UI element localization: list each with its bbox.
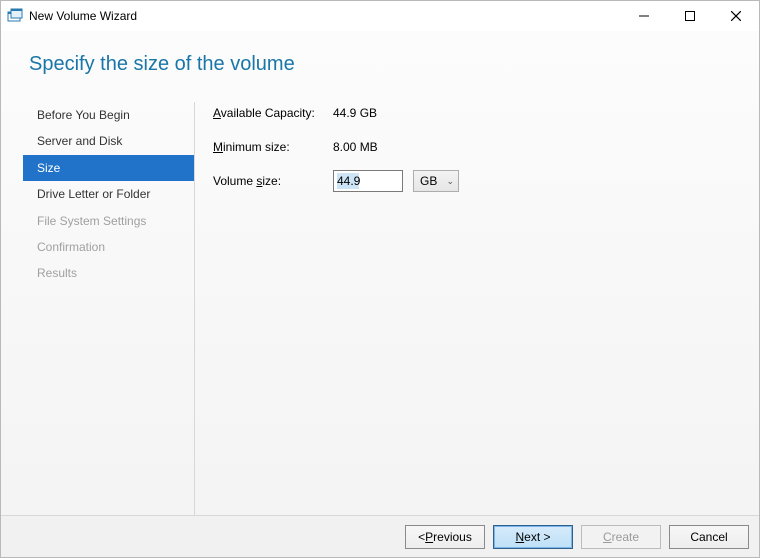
volume-size-row: Volume size: 44.9 GB ⌄ xyxy=(213,170,741,192)
wizard-window: New Volume Wizard Specify the size of th… xyxy=(0,0,760,558)
content-area: Before You Begin Server and Disk Size Dr… xyxy=(1,102,759,515)
step-file-system: File System Settings xyxy=(23,208,194,234)
available-capacity-label: Available Capacity: xyxy=(213,106,333,120)
next-button[interactable]: Next > xyxy=(493,525,573,549)
minimize-button[interactable] xyxy=(621,1,667,31)
titlebar: New Volume Wizard xyxy=(1,1,759,31)
step-size[interactable]: Size xyxy=(23,155,194,181)
window-icon xyxy=(7,8,23,24)
form-panel: Available Capacity: 44.9 GB Minimum size… xyxy=(195,102,759,515)
cancel-button[interactable]: Cancel xyxy=(669,525,749,549)
available-capacity-value: 44.9 GB xyxy=(333,106,377,120)
window-title: New Volume Wizard xyxy=(29,9,137,23)
chevron-down-icon: ⌄ xyxy=(446,176,454,187)
minimum-size-row: Minimum size: 8.00 MB xyxy=(213,136,741,158)
create-button: Create xyxy=(581,525,661,549)
previous-button[interactable]: < Previous xyxy=(405,525,485,549)
minimum-size-value: 8.00 MB xyxy=(333,140,378,154)
step-confirmation: Confirmation xyxy=(23,234,194,260)
step-results: Results xyxy=(23,260,194,286)
volume-size-label: Volume size: xyxy=(213,174,333,188)
step-server-and-disk[interactable]: Server and Disk xyxy=(23,128,194,154)
window-controls xyxy=(621,1,759,31)
page-heading: Specify the size of the volume xyxy=(1,31,759,102)
step-drive-letter[interactable]: Drive Letter or Folder xyxy=(23,181,194,207)
unit-select[interactable]: GB ⌄ xyxy=(413,170,459,192)
maximize-button[interactable] xyxy=(667,1,713,31)
volume-size-input[interactable] xyxy=(333,170,403,192)
minimum-size-label: Minimum size: xyxy=(213,140,333,154)
steps-list: Before You Begin Server and Disk Size Dr… xyxy=(23,102,195,515)
unit-select-value: GB xyxy=(420,174,437,188)
volume-size-input-wrap: 44.9 xyxy=(333,170,403,192)
footer: < Previous Next > Create Cancel xyxy=(1,515,759,557)
available-capacity-row: Available Capacity: 44.9 GB xyxy=(213,102,741,124)
wizard-body: Specify the size of the volume Before Yo… xyxy=(1,31,759,557)
step-before-you-begin[interactable]: Before You Begin xyxy=(23,102,194,128)
close-button[interactable] xyxy=(713,1,759,31)
